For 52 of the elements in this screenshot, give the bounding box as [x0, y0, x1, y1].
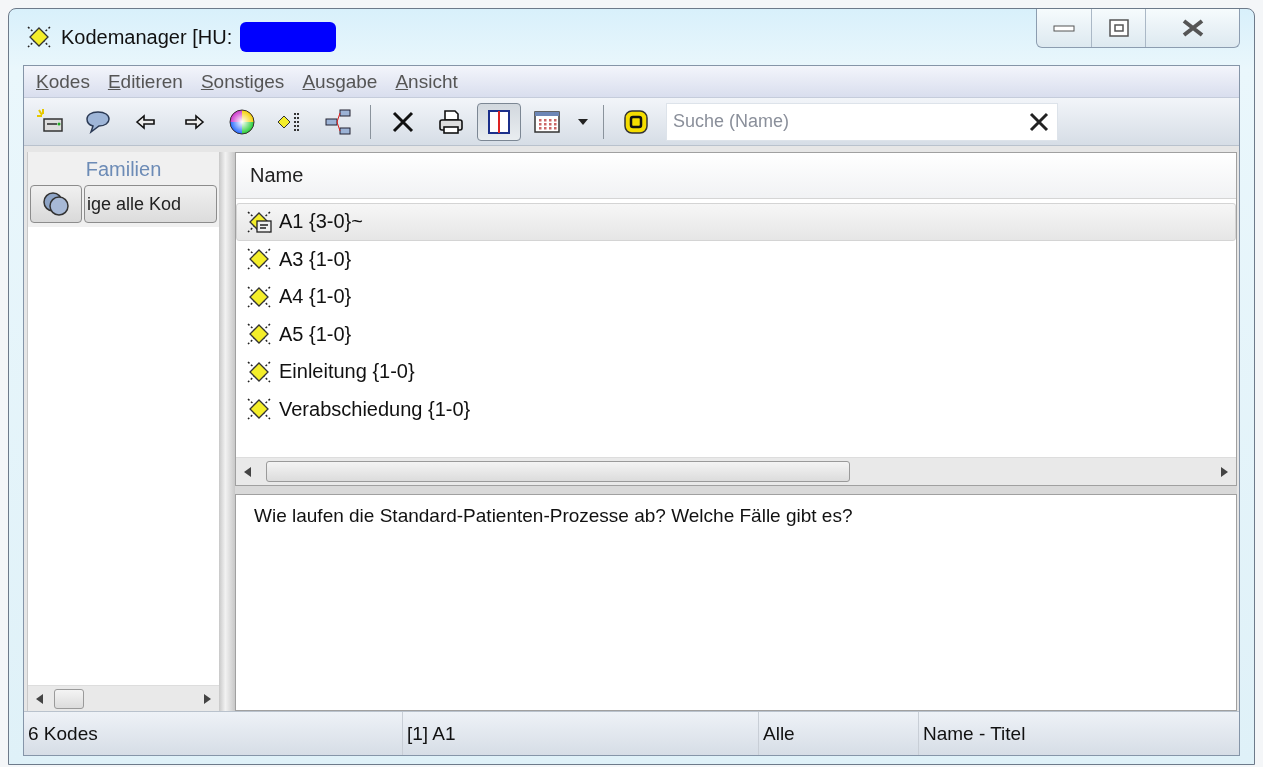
status-text: Name - Titel: [923, 722, 1026, 745]
code-icon: [25, 24, 53, 50]
families-button[interactable]: [30, 185, 82, 223]
status-text: Alle: [763, 722, 795, 745]
minimize-icon: [1053, 23, 1075, 33]
horizontal-scrollbar[interactable]: [28, 685, 219, 711]
code-name: A5 {1-0}: [279, 322, 352, 346]
close-icon: [1028, 110, 1050, 133]
status-text: [1] A1: [407, 722, 456, 745]
menu-item[interactable]: Ansicht: [389, 70, 464, 93]
scroll-thumb[interactable]: [54, 688, 84, 709]
code-name: Verabschiedung {1-0}: [279, 397, 471, 421]
code-icon: [245, 283, 273, 310]
network-icon: [323, 106, 353, 137]
horizontal-scrollbar[interactable]: [236, 457, 1236, 485]
status-text: 6 Kodes: [28, 722, 98, 745]
menu-item[interactable]: Sonstiges: [194, 70, 291, 93]
window-title: Kodemanager [HU:: [61, 25, 233, 49]
header-label: Name: [250, 164, 304, 187]
scroll-thumb[interactable]: [266, 460, 850, 483]
code-name: Einleitung {1-0}: [279, 360, 415, 384]
scroll-left-icon[interactable]: [36, 693, 44, 704]
code-row[interactable]: A1 {3-0}~: [236, 203, 1236, 241]
code-icon: [245, 321, 273, 348]
color-wheel-icon: [227, 106, 257, 137]
code-name: A4 {1-0}: [279, 285, 352, 309]
clear-button[interactable]: [1028, 110, 1050, 133]
menu-item[interactable]: Ausgabe: [296, 70, 384, 93]
menu-item[interactable]: Editieren: [101, 70, 189, 93]
caret-icon: [578, 118, 588, 125]
search-field[interactable]: Suche (Name): [666, 102, 1058, 141]
comment-text: Wie laufen die Standard-Patienten-Prozesse ab? Welche Fälle gibt es?: [254, 505, 854, 527]
show-all-button[interactable]: ige alle Kod: [84, 185, 217, 223]
code-row[interactable]: A3 {1-0}: [236, 240, 1236, 278]
families-title: Familien: [28, 152, 219, 185]
code-name: A3 {1-0}: [279, 247, 352, 271]
scroll-right-icon[interactable]: [1220, 466, 1228, 477]
maximize-icon: [1108, 19, 1129, 37]
code-icon: [245, 396, 273, 423]
code-name: A1 {3-0}~: [279, 210, 363, 234]
code-row[interactable]: A4 {1-0}: [236, 278, 1236, 316]
scroll-right-icon[interactable]: [203, 693, 211, 704]
code-row[interactable]: Einleitung {1-0}: [236, 353, 1236, 391]
toolbar-button[interactable]: [477, 102, 521, 141]
code-icon: [245, 246, 273, 273]
scroll-left-icon[interactable]: [244, 466, 252, 477]
overlapping-circles-icon: [41, 190, 71, 218]
menu-item[interactable]: Kodes: [30, 70, 96, 93]
code-icon: [245, 358, 273, 385]
code-row[interactable]: Verabschiedung {1-0}: [236, 390, 1236, 428]
code-memo-icon: [245, 208, 273, 235]
code-row[interactable]: A5 {1-0}: [236, 315, 1236, 353]
